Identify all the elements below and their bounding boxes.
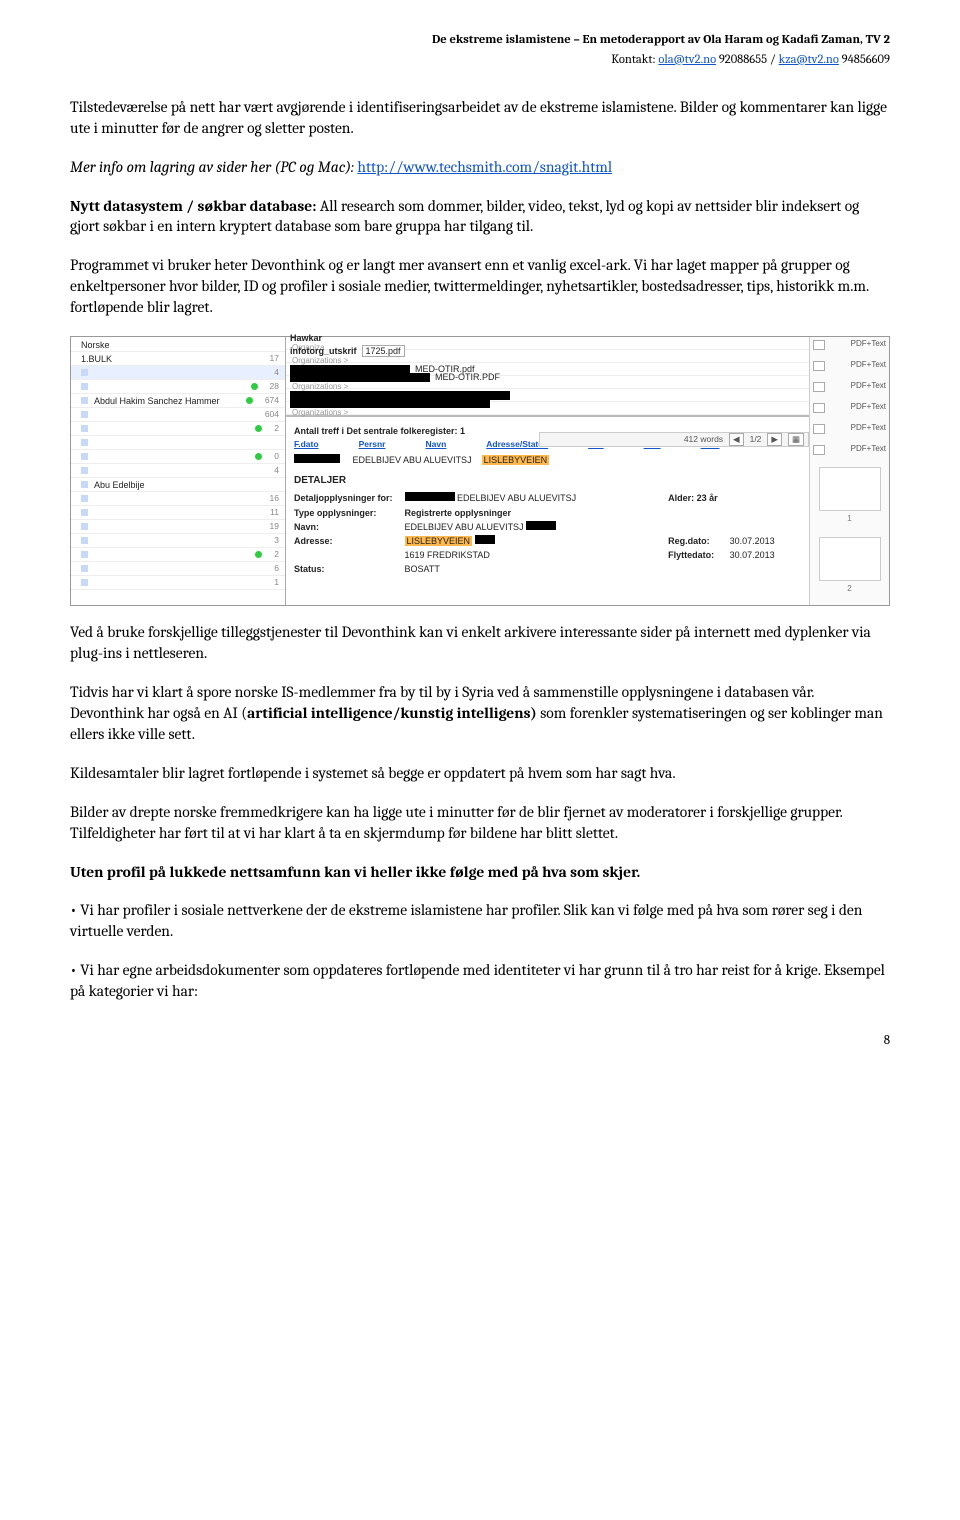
page-number: 8 [70,1032,890,1050]
shot-pager-next[interactable]: ▶ [767,433,782,446]
filetype-3: PDF+Text [851,381,886,392]
shot-left-row[interactable]: 2 [71,422,285,436]
shot-l4d: 30.07.2013 [730,534,787,548]
shot-col-navn[interactable]: Navn [426,439,447,450]
para-6: Tidvis har vi klart å spore norske IS-me… [70,682,890,745]
shot-row-name: EDELBIJEV ABU ALUEVITSJ [353,455,472,465]
shot-left-row[interactable]: 604 [71,408,285,422]
para-3-bold: Nytt datasystem / søkbar database: [70,197,320,215]
shot-words-count: 412 words [684,434,723,445]
filetype-4: PDF+Text [851,402,886,413]
file-icon [813,361,825,371]
file-icon [813,424,825,434]
shot-left-row[interactable]: 1 [71,576,285,590]
shot-left-row[interactable]: 1.BULK17 [71,352,285,366]
header-phone1: 92088655 / [716,53,779,67]
shot-l5c: Flyttedato: [668,550,714,560]
shot-left-row[interactable]: 3 [71,534,285,548]
para-1: Tilstedeværelse på nett har vært avgjøre… [70,97,890,139]
shot-l5b: 1619 FREDRIKSTAD [405,548,589,562]
shot-left-row[interactable]: 16 [71,492,285,506]
para-2: Mer info om lagring av sider her (PC og … [70,157,890,178]
shot-view-toggle[interactable]: ▦ [788,433,804,446]
para-5: Ved å bruke forskjellige tilleggstjenest… [70,622,890,664]
para-7: Kildesamtaler blir lagret fortløpende i … [70,763,890,784]
thumb-1-num: 1 [813,514,886,525]
shot-l6b: BOSATT [405,562,589,576]
shot-left-row[interactable]: 19 [71,520,285,534]
shot-mid-row[interactable]: MED-OTIR.PDFOrganizations > [286,376,809,389]
shot-left-row[interactable] [71,436,285,450]
shot-middle-pane: HawkarOrganizainfotorg_utskrif 1725.pdfO… [286,337,809,605]
thumb-2-num: 2 [813,584,886,595]
shot-l2a: Type opplysninger: [294,508,376,518]
shot-right-pane: PDF+Text PDF+Text PDF+Text PDF+Text PDF+… [809,337,889,605]
shot-row-addr: LISLEBYVEIEN [482,455,550,465]
filetype-1: PDF+Text [851,339,886,350]
shot-col-persnr[interactable]: Persnr [359,439,386,450]
thumb-2 [819,537,881,581]
para-4: Programmet vi bruker heter Devonthink og… [70,255,890,318]
shot-left-pane: Norske1.BULK17428Abdul Hakim Sanchez Ham… [71,337,286,605]
doc-header: De ekstreme islamistene – En metoderappo… [70,32,890,69]
shot-l4c: Reg.dato: [668,536,710,546]
shot-words-bar: 412 words ◀ 1/2 ▶ ▦ [539,432,809,447]
shot-left-row[interactable]: 28 [71,380,285,394]
header-contact-pre: Kontakt: [611,53,658,67]
shot-left-row[interactable]: 4 [71,366,285,380]
shot-left-row[interactable]: 4 [71,464,285,478]
shot-l6a: Status: [294,564,325,574]
para-6b: artificial intelligence/kunstig intellig… [247,704,537,722]
shot-l3a: Navn: [294,522,319,532]
header-phone2: 94856609 [839,53,890,67]
shot-pager-label: 1/2 [750,434,762,445]
header-email2[interactable]: kza@tv2.no [779,53,839,67]
bullet-2: • Vi har egne arbeidsdokumenter som oppd… [70,960,890,1002]
shot-left-row[interactable]: 2 [71,548,285,562]
bullet-1: • Vi har profiler i sosiale nettverkene … [70,900,890,942]
filetype-2: PDF+Text [851,360,886,371]
shot-left-row[interactable]: Abdul Hakim Sanchez Hammer674 [71,394,285,408]
shot-l1b: EDELBIJEV ABU ALUEVITSJ [457,493,576,503]
shot-l1a: Detaljopplysninger for: [294,493,393,503]
shot-left-row[interactable]: Abu Edelbije [71,478,285,492]
shot-l5d: 30.07.2013 [730,548,787,562]
filetype-5: PDF+Text [851,423,886,434]
file-icon [813,340,825,350]
snagit-link[interactable]: http://www.techsmith.com/snagit.html [357,158,612,176]
shot-col-f.dato[interactable]: F.dato [294,439,319,450]
bold-line: Uten profil på lukkede nettsamfunn kan v… [70,862,890,883]
shot-pager-prev[interactable]: ◀ [729,433,744,446]
file-icon [813,403,825,413]
header-email1[interactable]: ola@tv2.no [658,53,716,67]
shot-mid-row[interactable]: Organizations > [286,402,809,415]
para-3: Nytt datasystem / søkbar database: All r… [70,196,890,238]
file-icon [813,445,825,455]
shot-mid-row[interactable]: infotorg_utskrif 1725.pdfOrganizations > [286,350,809,363]
para-8: Bilder av drepte norske fremmedkrigere k… [70,802,890,844]
shot-treff: Antall treff i Det sentrale folkeregiste… [294,426,465,436]
devonthink-screenshot: Norske1.BULK17428Abdul Hakim Sanchez Ham… [70,336,890,606]
shot-l2b: Registrerte opplysninger [405,508,512,518]
header-line2: Kontakt: ola@tv2.no 92088655 / kza@tv2.n… [70,52,890,69]
shot-detaljer-title: DETALJER [294,474,801,488]
thumb-1 [819,467,881,511]
shot-l3b: EDELBIJEV ABU ALUEVITSJ [405,522,524,532]
shot-l4a: Adresse: [294,536,333,546]
shot-l4b: LISLEBYVEIEN [405,536,473,546]
shot-l1c: Alder: 23 år [668,493,718,503]
shot-left-row[interactable]: 11 [71,506,285,520]
file-icon [813,382,825,392]
para-2-italic: Mer info om lagring av sider her (PC og … [70,158,357,176]
shot-left-row[interactable]: 0 [71,450,285,464]
shot-left-row[interactable]: 6 [71,562,285,576]
shot-left-row[interactable]: Norske [71,338,285,352]
filetype-6: PDF+Text [851,444,886,455]
header-line1: De ekstreme islamistene – En metoderappo… [70,32,890,49]
